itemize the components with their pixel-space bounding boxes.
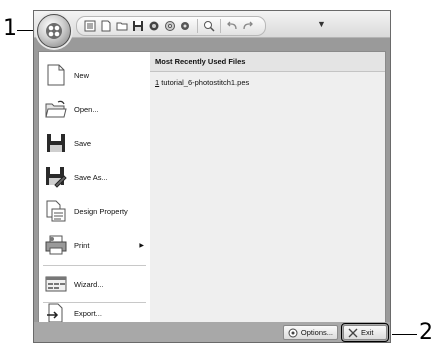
new-icon[interactable] (99, 19, 113, 33)
menu-item-label: Design Property (74, 206, 128, 216)
save-icon[interactable] (131, 19, 145, 33)
redo-icon[interactable] (241, 19, 255, 33)
menu-item-label: Save (74, 138, 92, 148)
circle-dropdown-icon[interactable] (179, 19, 193, 33)
gear-icon[interactable] (163, 19, 177, 33)
print-icon (45, 233, 67, 257)
callout-number-2: 2 (419, 320, 433, 345)
undo-icon[interactable] (225, 19, 239, 33)
design-property-icon (45, 199, 67, 223)
menu-item-save-as[interactable]: Save As... (39, 160, 150, 194)
close-icon (348, 328, 358, 337)
open-folder-icon (45, 97, 67, 121)
menu-separator (43, 265, 146, 266)
menu-item-label: Print (74, 240, 90, 250)
options-button-label: Options... (300, 328, 333, 337)
application-menu: New Open... Save Save As... Design Prope… (38, 51, 386, 324)
menu-item-wizard[interactable]: Wizard... (39, 267, 150, 301)
recent-file-name: tutorial_6-photostitch1.pes (161, 78, 250, 87)
recent-files-header: Most Recently Used Files (150, 52, 385, 72)
menu-item-save[interactable]: Save (39, 126, 150, 160)
menu-commands-pane: New Open... Save Save As... Design Prope… (39, 52, 151, 323)
callout-line-2 (392, 334, 417, 335)
zoom-icon[interactable] (202, 19, 216, 33)
list-icon[interactable] (83, 19, 97, 33)
menu-item-print[interactable]: Print ▶ (39, 228, 150, 262)
menu-item-design-property[interactable]: Design Property (39, 194, 150, 228)
gear-icon (288, 328, 298, 337)
save-as-icon (45, 165, 67, 189)
save-disk-icon (45, 131, 67, 155)
open-icon[interactable] (115, 19, 129, 33)
menu-item-label: New (74, 70, 90, 80)
recent-files-pane: Most Recently Used Files 1 tutorial_6-ph… (150, 52, 385, 323)
menu-footer: Options... Exit (34, 322, 390, 342)
menu-item-open[interactable]: Open... (39, 92, 150, 126)
recent-file-index: 1 (155, 78, 160, 87)
options-button[interactable]: Options... (283, 325, 338, 340)
menu-item-label: Open... (74, 104, 99, 114)
recent-file-item[interactable]: 1 tutorial_6-photostitch1.pes (155, 78, 249, 87)
app-logo-icon (46, 23, 62, 39)
menu-item-label: Save As... (74, 172, 108, 182)
exit-button-label: Exit (361, 328, 374, 337)
quick-access-toolbar (76, 16, 266, 36)
menu-item-new[interactable]: New (39, 58, 150, 92)
toolbar-separator (197, 19, 198, 33)
application-button[interactable] (37, 14, 71, 48)
menu-item-export[interactable]: Export... (39, 303, 150, 323)
submenu-arrow-icon: ▶ (139, 242, 144, 249)
wizard-icon (45, 272, 67, 296)
menu-item-label: Export... (74, 308, 102, 318)
application-window: ▼ New Open... Save Save As... Design Pro… (33, 10, 391, 343)
toolbar-separator (220, 19, 221, 33)
new-file-icon (45, 63, 67, 87)
customize-toolbar-arrow[interactable]: ▼ (317, 19, 326, 29)
title-bar: ▼ (34, 11, 390, 38)
record-icon[interactable] (147, 19, 161, 33)
exit-button[interactable]: Exit (341, 323, 389, 342)
callout-number-1: 1 (3, 16, 17, 41)
menu-item-label: Wizard... (74, 279, 104, 289)
